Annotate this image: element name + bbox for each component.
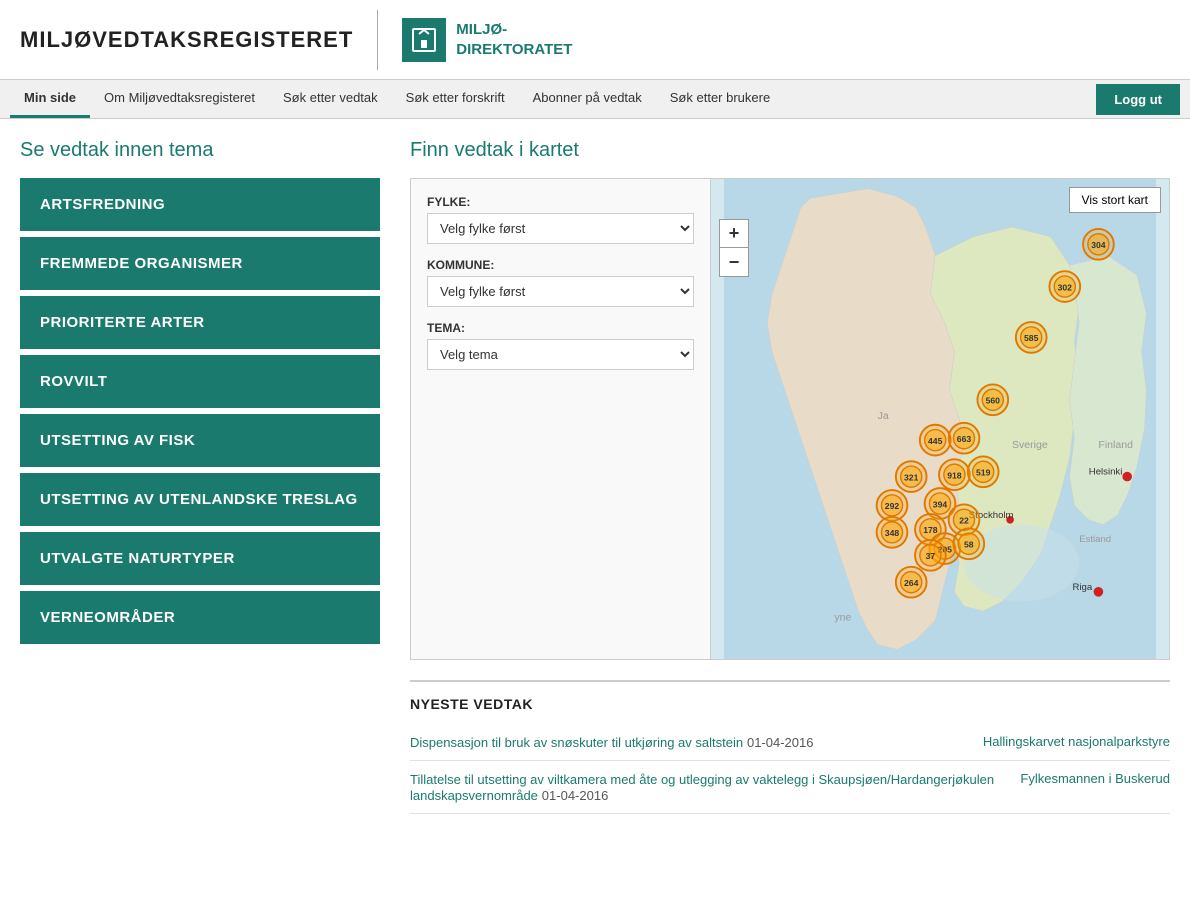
map-filters: FYLKE: Velg fylke først KOMMUNE: Velg fy… (411, 179, 711, 659)
svg-text:Ja: Ja (878, 410, 889, 422)
nyeste-vedtak-section: NYESTE VEDTAK Dispensasjon til bruk av s… (410, 680, 1170, 814)
sidebar-btn-prioriterte[interactable]: PRIORITERTE ARTER (20, 296, 380, 349)
vedtak-left-1: Tillatelse til utsetting av viltkamera m… (410, 771, 1000, 803)
vedtak-left: Dispensasjon til bruk av snøskuter til u… (410, 734, 813, 750)
svg-text:918: 918 (947, 471, 962, 481)
nyeste-vedtak-title: NYESTE VEDTAK (410, 696, 1170, 712)
logo-icon (402, 18, 446, 62)
nav-item-sok-brukere[interactable]: Søk etter brukere (656, 80, 784, 118)
svg-text:58: 58 (964, 540, 974, 550)
svg-text:519: 519 (976, 468, 991, 478)
sidebar-btn-rovvilt[interactable]: ROVVILT (20, 355, 380, 408)
svg-text:37: 37 (926, 551, 936, 561)
svg-text:585: 585 (1024, 333, 1039, 343)
svg-text:Sverige: Sverige (1012, 439, 1048, 451)
sidebar-btn-fisk[interactable]: UTSETTING AV FISK (20, 414, 380, 467)
fylke-filter-group: FYLKE: Velg fylke først (427, 195, 694, 244)
svg-text:264: 264 (904, 578, 919, 588)
tema-filter-group: TEMA: Velg tema (427, 321, 694, 370)
sidebar-title: Se vedtak innen tema (20, 139, 380, 162)
zoom-in-button[interactable]: + (720, 220, 748, 248)
svg-text:321: 321 (904, 472, 919, 482)
site-title: MILJØVEDTAKSREGISTERET (20, 27, 353, 53)
svg-text:292: 292 (885, 501, 900, 511)
sidebar-btn-artsfredning[interactable]: ARTSFREDNING (20, 178, 380, 231)
svg-text:445: 445 (928, 436, 943, 446)
nav-item-abonner[interactable]: Abonner på vedtak (519, 80, 656, 118)
svg-text:Estland: Estland (1079, 534, 1111, 545)
vedtak-org-1[interactable]: Fylkesmannen i Buskerud (1020, 771, 1170, 803)
tema-select[interactable]: Velg tema (427, 339, 694, 370)
svg-text:yne: yne (834, 612, 851, 624)
logo-svg (410, 26, 438, 54)
svg-text:560: 560 (986, 396, 1001, 406)
svg-text:178: 178 (923, 525, 938, 535)
sidebar-btn-fremmede[interactable]: FREMMEDE ORGANISMER (20, 237, 380, 290)
nav-item-min-side[interactable]: Min side (10, 80, 90, 118)
svg-text:394: 394 (933, 499, 948, 509)
svg-text:22: 22 (959, 516, 969, 526)
sidebar: Se vedtak innen tema ARTSFREDNING FREMME… (20, 139, 380, 814)
svg-text:Riga: Riga (1072, 582, 1092, 593)
nav-item-om[interactable]: Om Miljøvedtaksregisteret (90, 80, 269, 118)
sidebar-btn-naturtyper[interactable]: UTVALGTE NATURTYPER (20, 532, 380, 585)
vedtak-row-1: Tillatelse til utsetting av viltkamera m… (410, 761, 1170, 814)
map-section-title: Finn vedtak i kartet (410, 139, 1170, 162)
svg-text:348: 348 (885, 528, 900, 538)
header-divider (377, 10, 378, 70)
vedtak-row: Dispensasjon til bruk av snøskuter til u… (410, 724, 1170, 761)
nav-item-sok-forskrift[interactable]: Søk etter forskrift (392, 80, 519, 118)
svg-text:304: 304 (1091, 240, 1106, 250)
main-content: Se vedtak innen tema ARTSFREDNING FREMME… (0, 119, 1190, 834)
vedtak-date-0: 01-04-2016 (747, 735, 814, 750)
vedtak-org-0[interactable]: Hallingskarvet nasjonalparkstyre (983, 734, 1170, 750)
kommune-filter-group: KOMMUNE: Velg fylke først (427, 258, 694, 307)
vis-stort-kart-button[interactable]: Vis stort kart (1069, 187, 1161, 213)
sidebar-btn-verneomrader[interactable]: VERNEOMRÅDER (20, 591, 380, 644)
map-visual: Vis stort kart + − (711, 179, 1169, 659)
map-zoom-controls: + − (719, 219, 749, 277)
sidebar-btn-treslag[interactable]: UTSETTING AV UTENLANDSKE TRESLAG (20, 473, 380, 526)
svg-text:Helsinki: Helsinki (1089, 467, 1123, 478)
vedtak-link-1[interactable]: Tillatelse til utsetting av viltkamera m… (410, 772, 994, 803)
logo: MILJØ- DIREKTORATET (402, 18, 572, 62)
fylke-select[interactable]: Velg fylke først (427, 213, 694, 244)
nav-item-sok-vedtak[interactable]: Søk etter vedtak (269, 80, 392, 118)
map-container: FYLKE: Velg fylke først KOMMUNE: Velg fy… (410, 178, 1170, 660)
fylke-label: FYLKE: (427, 195, 694, 209)
vedtak-link-0[interactable]: Dispensasjon til bruk av snøskuter til u… (410, 735, 743, 750)
zoom-out-button[interactable]: − (720, 248, 748, 276)
map-svg: Sverige Finland yne Ja Helsinki Riga Sto… (711, 179, 1169, 659)
logout-button[interactable]: Logg ut (1096, 84, 1180, 115)
vedtak-date-1: 01-04-2016 (542, 788, 609, 803)
header: MILJØVEDTAKSREGISTERET MILJØ- DIREKTORAT… (0, 0, 1190, 80)
kommune-select[interactable]: Velg fylke først (427, 276, 694, 307)
svg-text:663: 663 (957, 434, 972, 444)
content-area: Finn vedtak i kartet FYLKE: Velg fylke f… (410, 139, 1170, 814)
tema-label: TEMA: (427, 321, 694, 335)
kommune-label: KOMMUNE: (427, 258, 694, 272)
svg-text:302: 302 (1058, 282, 1073, 292)
svg-text:Finland: Finland (1098, 439, 1133, 451)
nav: Min side Om Miljøvedtaksregisteret Søk e… (0, 80, 1190, 119)
logo-text: MILJØ- DIREKTORATET (456, 20, 572, 59)
